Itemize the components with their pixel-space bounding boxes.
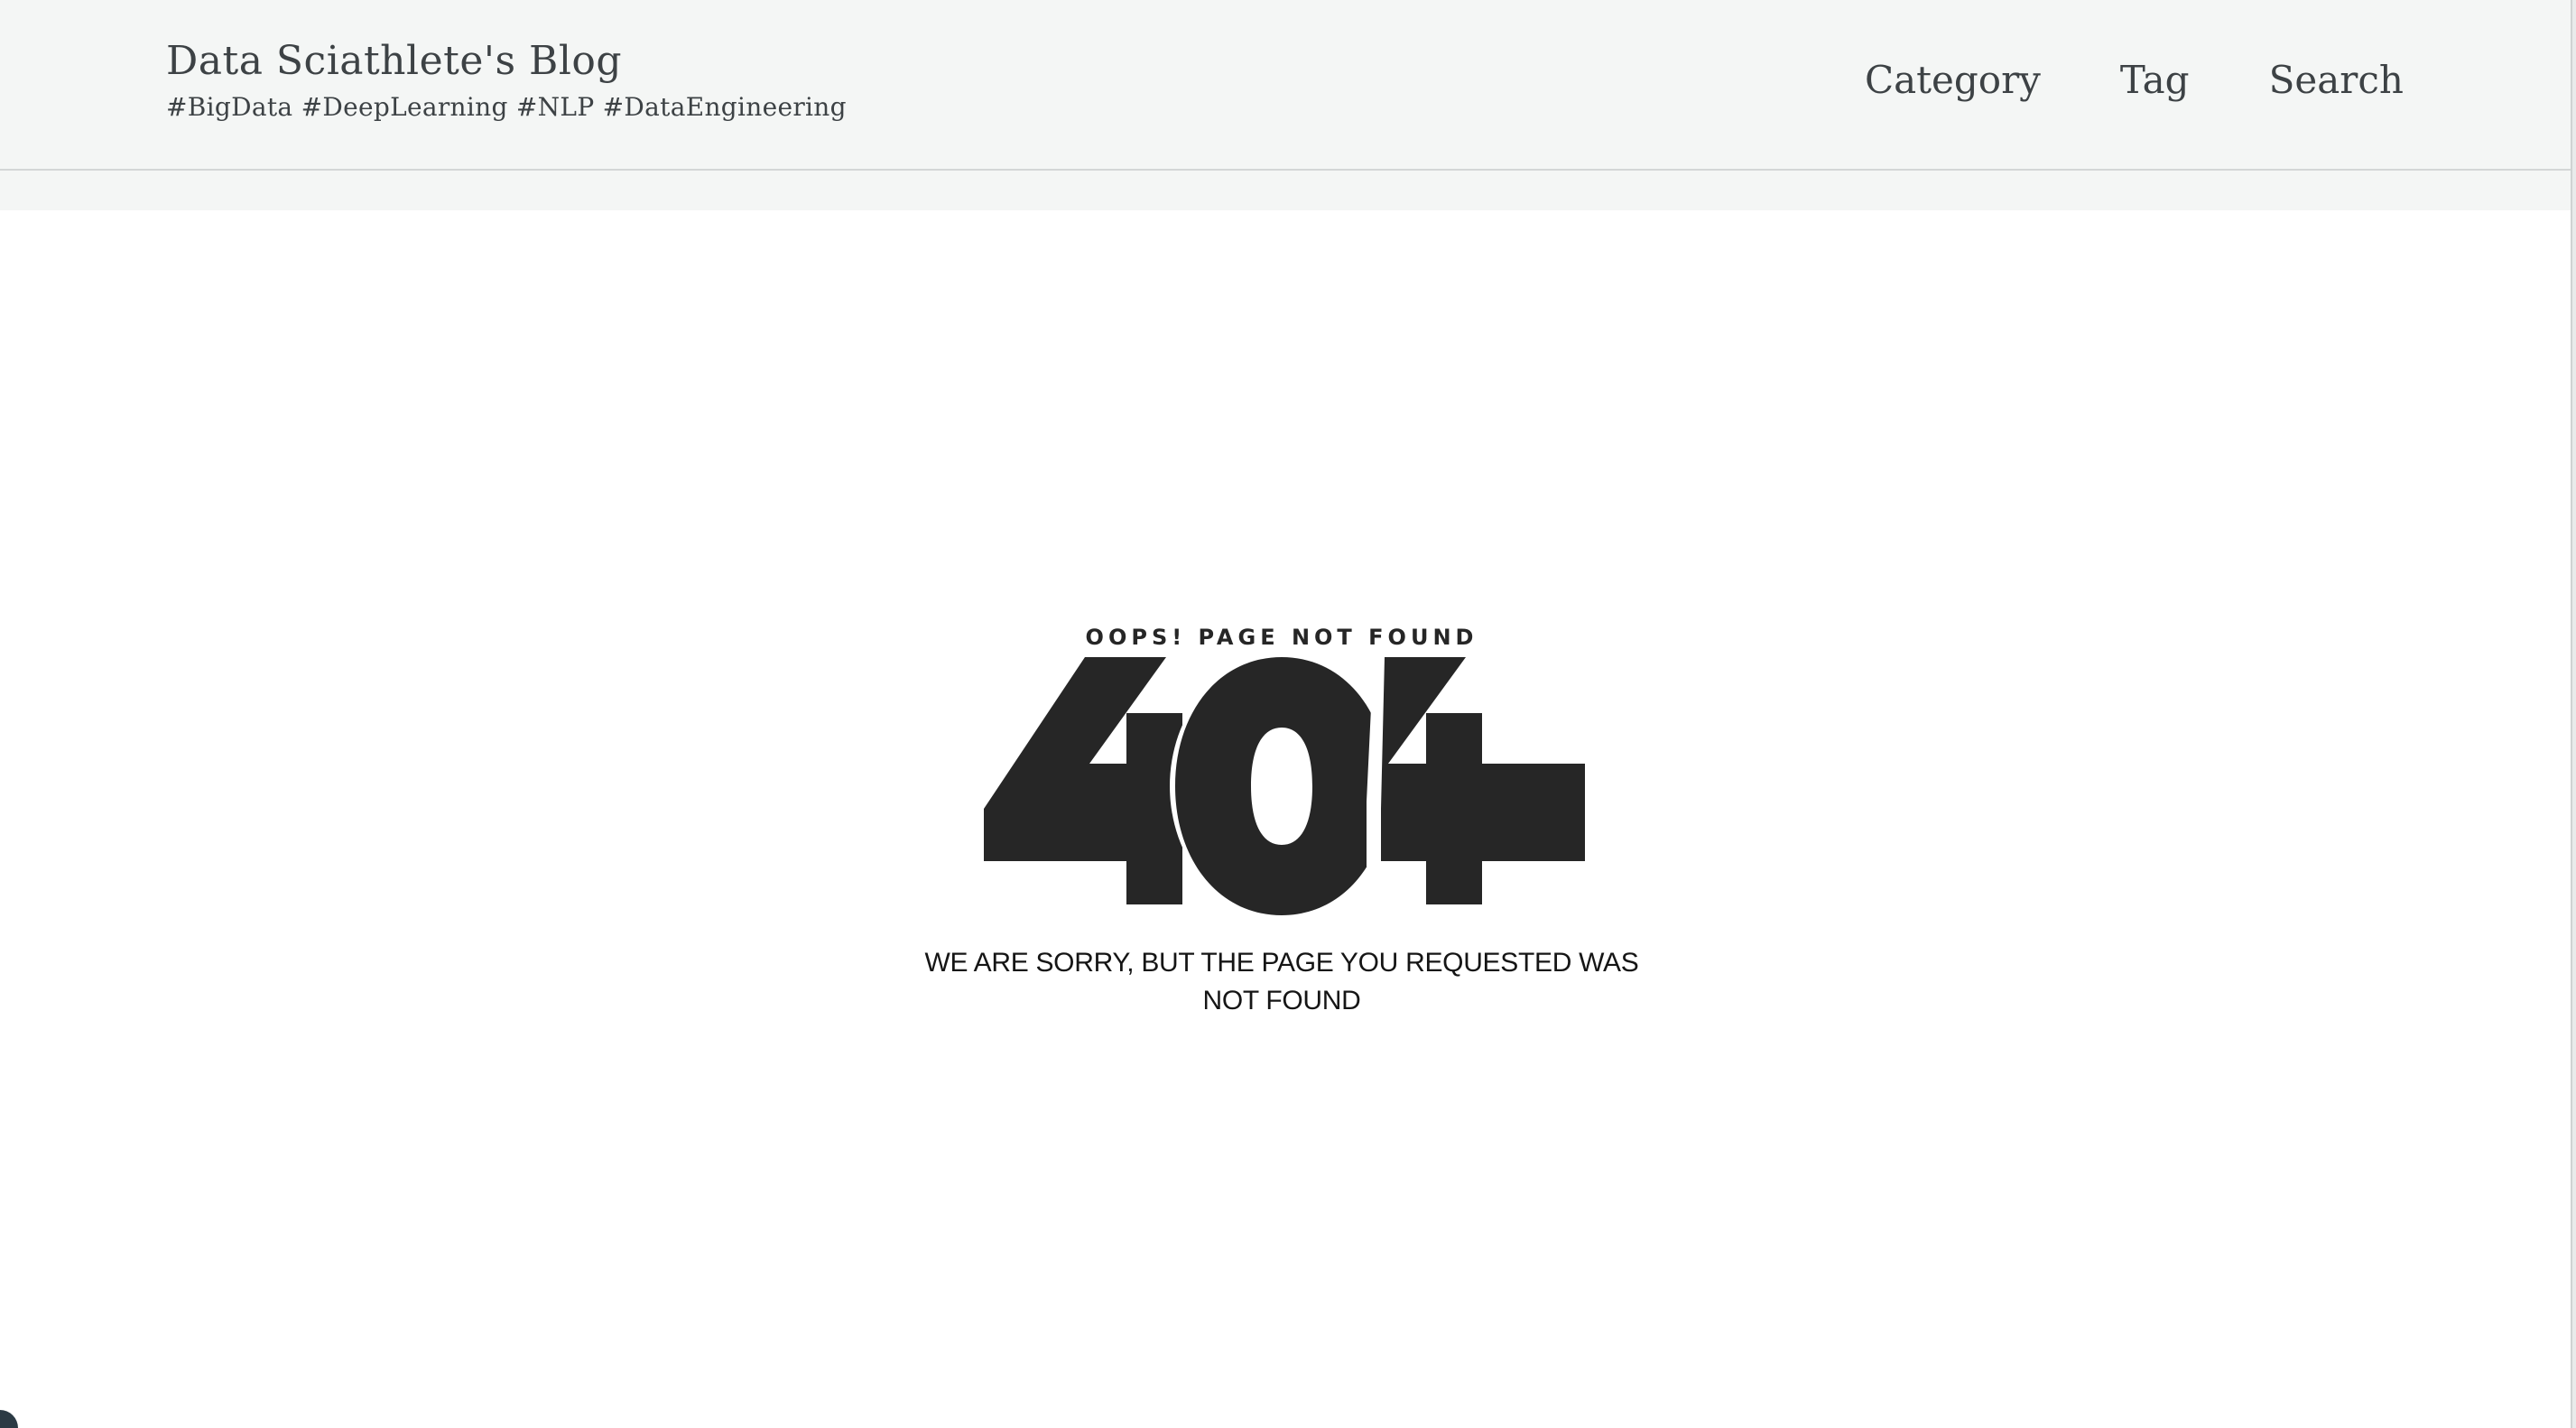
header-band [0, 171, 2571, 210]
window-corner [0, 1410, 18, 1428]
error-code-404: 404 [984, 657, 1585, 919]
nav-item-category[interactable]: Category [1865, 58, 2041, 102]
scrollbar-track[interactable] [2571, 0, 2576, 1428]
nav-item-tag[interactable]: Tag [2120, 58, 2190, 102]
main-nav: Category Tag Search [1865, 52, 2404, 107]
digit-four-left-shape [984, 657, 1193, 904]
page: Data Sciathlete's Blog #BigData #DeepLea… [0, 0, 2576, 1428]
not-found-message: WE ARE SORRY, BUT THE PAGE YOU REQUESTED… [924, 948, 1639, 1015]
site-header: Data Sciathlete's Blog #BigData #DeepLea… [0, 0, 2571, 171]
not-found-section: OOPS! PAGE NOT FOUND 404 WE ARE SORRY, B… [921, 621, 1643, 1027]
nav-item-search[interactable]: Search [2269, 58, 2404, 102]
digit-four-right-crossbar [1482, 764, 1585, 809]
not-found-eyebrow: OOPS! PAGE NOT FOUND [1085, 625, 1478, 650]
site-brand: Data Sciathlete's Blog #BigData #DeepLea… [166, 34, 847, 122]
site-tagline: #BigData #DeepLearning #NLP #DataEnginee… [166, 92, 847, 122]
site-title-link[interactable]: Data Sciathlete's Blog [166, 34, 847, 88]
